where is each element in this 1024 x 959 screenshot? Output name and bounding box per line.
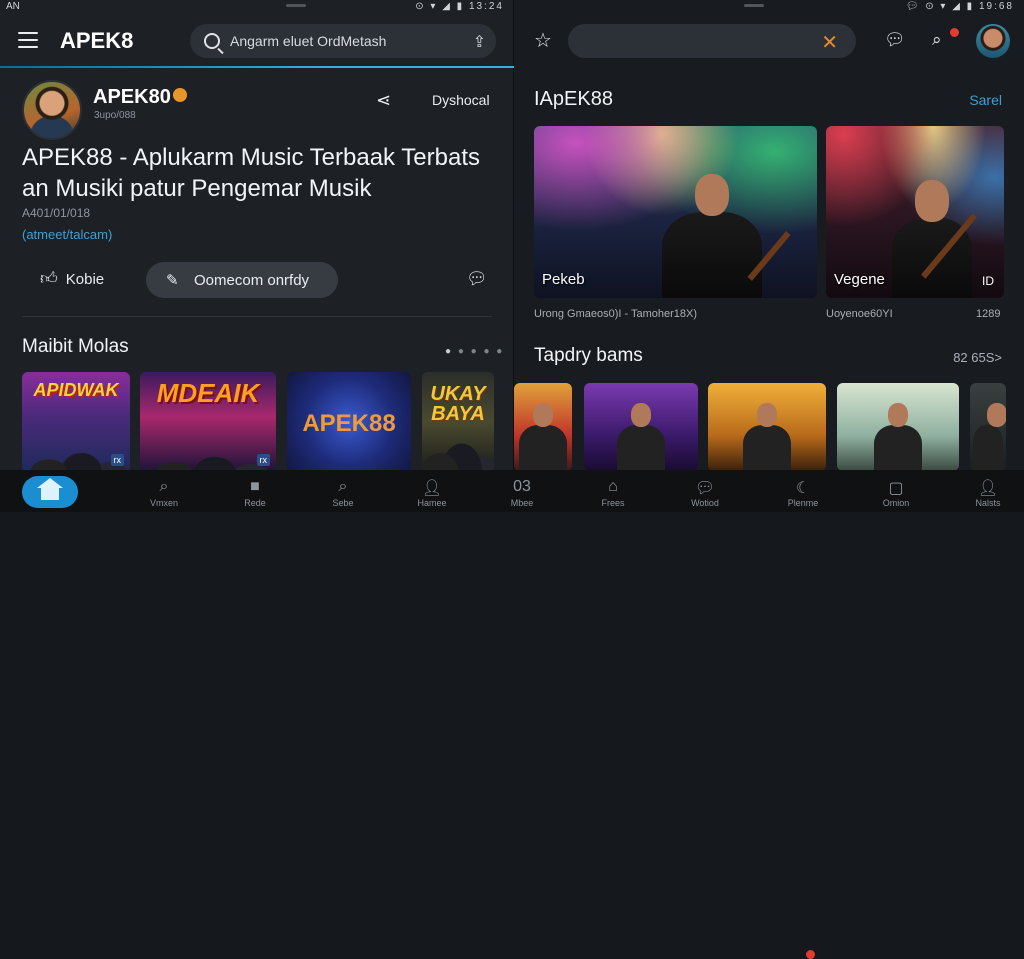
messenger-icon[interactable]: 💬︎: [884, 30, 906, 50]
moon-icon: ☾: [795, 480, 811, 497]
nav-item[interactable]: ⌕ Vmxen: [114, 470, 214, 512]
video-subtitle: Uoyenoe60YI: [826, 308, 893, 320]
comment-icon: ✎: [166, 272, 179, 289]
album-badge: rx: [256, 454, 270, 466]
menu-icon[interactable]: [18, 32, 38, 48]
album-card[interactable]: [970, 383, 1006, 471]
square-icon: ▢: [888, 480, 904, 497]
album-card[interactable]: APIDWAK rx: [22, 372, 130, 472]
album-title: MDEAIK: [156, 378, 260, 408]
app-brand: APEK8: [60, 28, 134, 53]
top-app-bar: ☆ ✕ 💬︎ ⌕: [514, 16, 1024, 66]
person-icon: 👤︎: [421, 480, 443, 497]
album-card[interactable]: [837, 383, 959, 471]
person-icon: 👤︎: [977, 480, 999, 497]
album-title: APIDWAK: [33, 380, 119, 400]
like-button[interactable]: 👍︎ Kobie: [40, 268, 104, 289]
section-title: IApEK88: [534, 88, 613, 110]
search-input[interactable]: Angarm eluet OrdMetash: [230, 33, 386, 49]
top-app-bar: APEK8 Angarm eluet OrdMetash ⇪: [0, 16, 514, 68]
album-card[interactable]: [708, 383, 826, 471]
square-icon: ■: [250, 478, 260, 495]
progress-line: [0, 66, 565, 68]
nav-item[interactable]: ⌕ Sebe: [293, 470, 393, 512]
verified-badge-icon: [172, 88, 187, 102]
video-caption: Vegene: [834, 271, 885, 288]
notification-dot: [806, 950, 815, 959]
page-title: APEK88 - Aplukarm Music Terbaak Terbats …: [22, 144, 480, 202]
home-icon: ⌂: [608, 478, 618, 495]
album-title: APEK88: [302, 410, 396, 437]
nav-item[interactable]: ■ Rede: [205, 470, 305, 512]
video-subtitle: Urong Gmaeos0)I - Tamoher18X): [534, 308, 698, 320]
nav-item[interactable]: 💬︎ Wotiod: [655, 470, 755, 512]
download-button[interactable]: Dyshocal: [432, 92, 490, 108]
nav-home-active[interactable]: [22, 476, 78, 508]
notch: [744, 4, 764, 7]
album-badge: rx: [110, 454, 124, 466]
status-left: AN: [6, 1, 20, 12]
video-duration: 1289: [976, 308, 1001, 320]
nav-item[interactable]: 03 Mbee: [472, 470, 572, 512]
home-icon: [37, 478, 63, 501]
more-link[interactable]: 82 65S>: [953, 350, 1002, 365]
album-card[interactable]: APEK88: [287, 372, 411, 472]
album-art: [422, 417, 494, 472]
section-title: Maibit Molas: [22, 336, 129, 357]
featured-video-card[interactable]: Vegene ID: [826, 126, 1004, 298]
search-icon: [204, 33, 220, 49]
search-input[interactable]: ✕: [568, 24, 856, 58]
notification-dot: [950, 28, 959, 37]
album-card[interactable]: [514, 383, 572, 471]
status-bar: 💬︎ ⊙ ▾ ◢ ▮ 19:68: [514, 0, 1024, 14]
bottom-navigation: ⌕ Vmxen ■ Rede ⌕ Sebe 👤︎ Hamee 03 Mbee ⌂ Frees…: [0, 470, 1024, 959]
nav-item[interactable]: 👤︎ Nalsts: [938, 470, 1024, 512]
nav-item[interactable]: 👤︎ Hamee: [382, 470, 482, 512]
featured-video-card[interactable]: Pekeb: [534, 126, 817, 298]
star-icon[interactable]: ☆: [534, 28, 552, 53]
see-all-link[interactable]: Sarel: [969, 92, 1002, 108]
search-bar[interactable]: Angarm eluet OrdMetash ⇪: [190, 24, 496, 58]
album-card[interactable]: MDEAIK rx: [140, 372, 276, 472]
left-screen: AN ⊙ ▾ ◢ ▮ 13:24 APEK8 Angarm eluet OrdM…: [0, 0, 514, 512]
album-art: [140, 417, 276, 472]
nav-glyph: 03: [513, 478, 531, 495]
profile-avatar[interactable]: [22, 80, 82, 140]
section-title: Tapdry bams: [534, 345, 643, 366]
right-screen: 💬︎ ⊙ ▾ ◢ ▮ 19:68 ☆ ✕ 💬︎ ⌕ IApEK88 Sarel …: [514, 0, 1024, 512]
status-bar: AN ⊙ ▾ ◢ ▮ 13:24: [0, 0, 514, 14]
chat-icon: 💬︎: [694, 480, 716, 497]
comment-button[interactable]: ✎ Oomecom onrfdy: [146, 262, 338, 298]
video-caption: Pekeb: [542, 271, 585, 288]
carousel-dots[interactable]: ● ● ● ● ●: [445, 346, 504, 357]
search-icon: ⌕: [338, 478, 348, 495]
hashtag-link[interactable]: (atmeet/talcam): [22, 227, 112, 242]
profile-handle: 3upo/088: [94, 110, 136, 121]
divider: [22, 316, 492, 317]
user-avatar[interactable]: [976, 24, 1010, 58]
nav-item[interactable]: ⌂ Frees: [563, 470, 663, 512]
album-card[interactable]: [584, 383, 698, 471]
share-network-icon[interactable]: ⋖: [376, 90, 391, 111]
chat-bubble-icon[interactable]: 💬︎: [466, 269, 488, 289]
status-time: ⊙ ▾ ◢ ▮ 13:24: [415, 1, 504, 12]
thumb-up-icon: 👍︎: [40, 269, 58, 288]
profile-name: APEK80: [93, 86, 187, 109]
search-icon: ⌕: [159, 478, 169, 495]
share-icon[interactable]: ⇪: [473, 32, 486, 52]
performer-image: [662, 174, 762, 298]
notch: [286, 4, 306, 7]
status-time: 💬︎ ⊙ ▾ ◢ ▮ 19:68: [905, 1, 1014, 12]
nav-item[interactable]: ☾ Plenme: [753, 470, 853, 512]
search-notification-icon[interactable]: ⌕: [932, 30, 942, 50]
close-icon[interactable]: ✕: [821, 30, 838, 55]
nav-item[interactable]: ▢ Omion: [846, 470, 946, 512]
album-card[interactable]: UKAY BAYA: [422, 372, 494, 472]
video-tag: ID: [982, 274, 994, 288]
post-date: A401/01/018: [22, 206, 91, 220]
